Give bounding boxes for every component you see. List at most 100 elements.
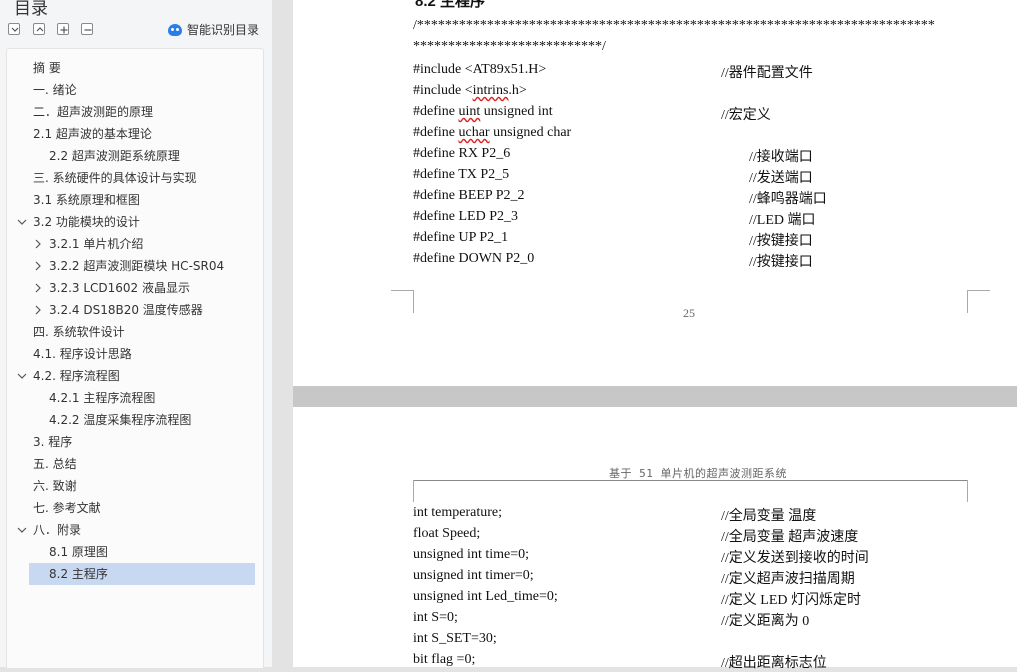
code-line: #define uint unsigned int (413, 104, 553, 119)
toc-item[interactable]: 五. 总结 (7, 453, 263, 475)
sidebar-title: 目录 (14, 0, 48, 19)
code-line: #include <AT89x51.H> (413, 62, 547, 77)
smart-toc-button[interactable]: 智能识别目录 (168, 21, 259, 38)
collapse-all-icon[interactable] (33, 23, 45, 35)
toc-item[interactable]: 八．附录 (7, 519, 263, 541)
toc-item-label: 3. 程序 (33, 435, 73, 449)
code-line: unsigned int Led_time=0; (413, 589, 558, 604)
code-line: #define TX P2_5 (413, 167, 510, 182)
code-line: bit flag =0; (413, 652, 476, 667)
code-line: #define UP P2_1 (413, 230, 509, 245)
toc-item-label: 六. 致谢 (33, 479, 77, 493)
toc-item-label: 8.2 主程序 (49, 567, 108, 581)
code-line: #define DOWN P2_0 (413, 251, 535, 266)
toc-item[interactable]: 8.2 主程序 (29, 563, 255, 585)
toc-item[interactable]: 2.2 超声波测距系统原理 (7, 145, 263, 167)
code-comment: //全局变量 超声波速度 (721, 530, 859, 545)
toc-item-label: 3.2.3 LCD1602 液晶显示 (49, 281, 191, 295)
toc-item[interactable]: 3.2.1 单片机介绍 (7, 233, 263, 255)
toc-item-label: 二．超声波测距的原理 (33, 105, 154, 119)
code-line: #define uchar unsigned char (413, 125, 572, 140)
code-line: #define BEEP P2_2 (413, 188, 525, 203)
comment-stars-line-1: /***************************************… (413, 18, 935, 33)
page-gap (293, 386, 1017, 407)
remove-heading-icon[interactable] (81, 23, 93, 35)
toc-item-label: 一. 绪论 (33, 83, 77, 97)
toc-item[interactable]: 3.2 功能模块的设计 (7, 211, 263, 233)
document-page-26: 基于 51 单片机的超声波测距系统 int temperature; //全局变量… (293, 407, 1017, 671)
toc-item[interactable]: 四. 系统软件设计 (7, 321, 263, 343)
margin-mark (413, 480, 414, 502)
toc-item[interactable]: 4.2.1 主程序流程图 (7, 387, 263, 409)
toc-item[interactable]: 2.1 超声波的基本理论 (7, 123, 263, 145)
toc-item-label: 4.2. 程序流程图 (33, 369, 120, 383)
chevron-right-icon[interactable] (33, 277, 43, 299)
code-comment: //超出距离标志位 (721, 656, 827, 671)
toc-item[interactable]: 3.2.3 LCD1602 液晶显示 (7, 277, 263, 299)
chevron-right-icon[interactable] (33, 233, 43, 255)
chevron-down-icon[interactable] (17, 211, 27, 233)
code-comment: //定义距离为 0 (721, 614, 810, 629)
toc-item[interactable]: 4.2.2 温度采集程序流程图 (7, 409, 263, 431)
code-comment: //发送端口 (749, 171, 813, 186)
chevron-down-icon[interactable] (17, 365, 27, 387)
code-line: #include <intrins.h> (413, 83, 527, 98)
toc-item[interactable]: 3.2.2 超声波测距模块 HC-SR04 (7, 255, 263, 277)
chevron-right-icon[interactable] (33, 255, 43, 277)
toc-item-label: 3.2.2 超声波测距模块 HC-SR04 (49, 259, 225, 273)
code-line: unsigned int timer=0; (413, 568, 534, 583)
code-comment: //定义超声波扫描周期 (721, 572, 855, 587)
toc-item-label: 七. 参考文献 (33, 501, 101, 515)
code-comment: //定义发送到接收的时间 (721, 551, 869, 566)
code-line: int S=0; (413, 610, 458, 625)
toc-item[interactable]: 六. 致谢 (7, 475, 263, 497)
toc-list: 摘 要一. 绪论二．超声波测距的原理 2.1 超声波的基本理论 2.2 超声波测距系… (6, 48, 264, 668)
expand-all-icon[interactable] (8, 23, 20, 35)
toc-item-label: 3.2.4 DS18B20 温度传感器 (49, 303, 203, 317)
code-line: #define RX P2_6 (413, 146, 511, 161)
toc-item[interactable]: 一. 绪论 (7, 79, 263, 101)
comment-stars-line-2: ***************************/ (413, 39, 606, 54)
smart-toc-label: 智能识别目录 (187, 23, 260, 37)
running-header: 基于 51 单片机的超声波测距系统 (609, 467, 787, 480)
toc-item-label: 3.1 系统原理和框图 (33, 193, 140, 207)
chevron-right-icon[interactable] (33, 299, 43, 321)
document-page-25: 8.2 主程序 /*******************************… (293, 0, 1017, 386)
toc-item[interactable]: 七. 参考文献 (7, 497, 263, 519)
toc-item-label: 3.2.1 单片机介绍 (49, 237, 144, 251)
margin-mark (391, 290, 414, 313)
code-comment: //宏定义 (721, 108, 771, 123)
sidebar-splitter[interactable] (272, 0, 292, 667)
toc-item[interactable]: 3.2.4 DS18B20 温度传感器 (7, 299, 263, 321)
toc-item-label: 2.2 超声波测距系统原理 (49, 149, 180, 163)
code-comment: //按键接口 (749, 234, 813, 249)
code-comment: //接收端口 (749, 150, 813, 165)
code-comment: //蜂鸣器端口 (749, 192, 827, 207)
robot-icon (168, 23, 182, 36)
toc-item-label: 4.1. 程序设计思路 (33, 347, 132, 361)
code-comment: //LED 端口 (749, 213, 816, 228)
header-rule (413, 480, 967, 481)
code-line: unsigned int time=0; (413, 547, 529, 562)
toc-item[interactable]: 3. 程序 (7, 431, 263, 453)
toc-item[interactable]: 三. 系统硬件的具体设计与实现 (7, 167, 263, 189)
toc-item-label: 3.2 功能模块的设计 (33, 215, 140, 229)
toc-item-label: 8.1 原理图 (49, 545, 108, 559)
toc-item[interactable]: 二．超声波测距的原理 (7, 101, 263, 123)
code-line: int temperature; (413, 505, 503, 520)
page-number: 25 (683, 306, 695, 320)
toc-item[interactable]: 3.1 系统原理和框图 (7, 189, 263, 211)
toc-sidebar: 目录 智能识别目录 摘 要一. 绪论二．超声波测距的原理 2.1 超声波的基本理论… (0, 0, 273, 668)
code-comment: //全局变量 温度 (721, 509, 817, 524)
toc-item-label: 4.2.2 温度采集程序流程图 (49, 413, 192, 427)
toc-item[interactable]: 8.1 原理图 (7, 541, 263, 563)
toc-item-label: 四. 系统软件设计 (33, 325, 125, 339)
toc-item[interactable]: 4.2. 程序流程图 (7, 365, 263, 387)
chevron-down-icon[interactable] (17, 519, 27, 541)
toc-item[interactable]: 摘 要 (7, 57, 263, 79)
margin-mark (967, 480, 968, 502)
toc-item[interactable]: 4.1. 程序设计思路 (7, 343, 263, 365)
toc-item-label: 八．附录 (33, 523, 82, 537)
toc-item-label: 三. 系统硬件的具体设计与实现 (33, 171, 197, 185)
add-heading-icon[interactable] (57, 23, 69, 35)
